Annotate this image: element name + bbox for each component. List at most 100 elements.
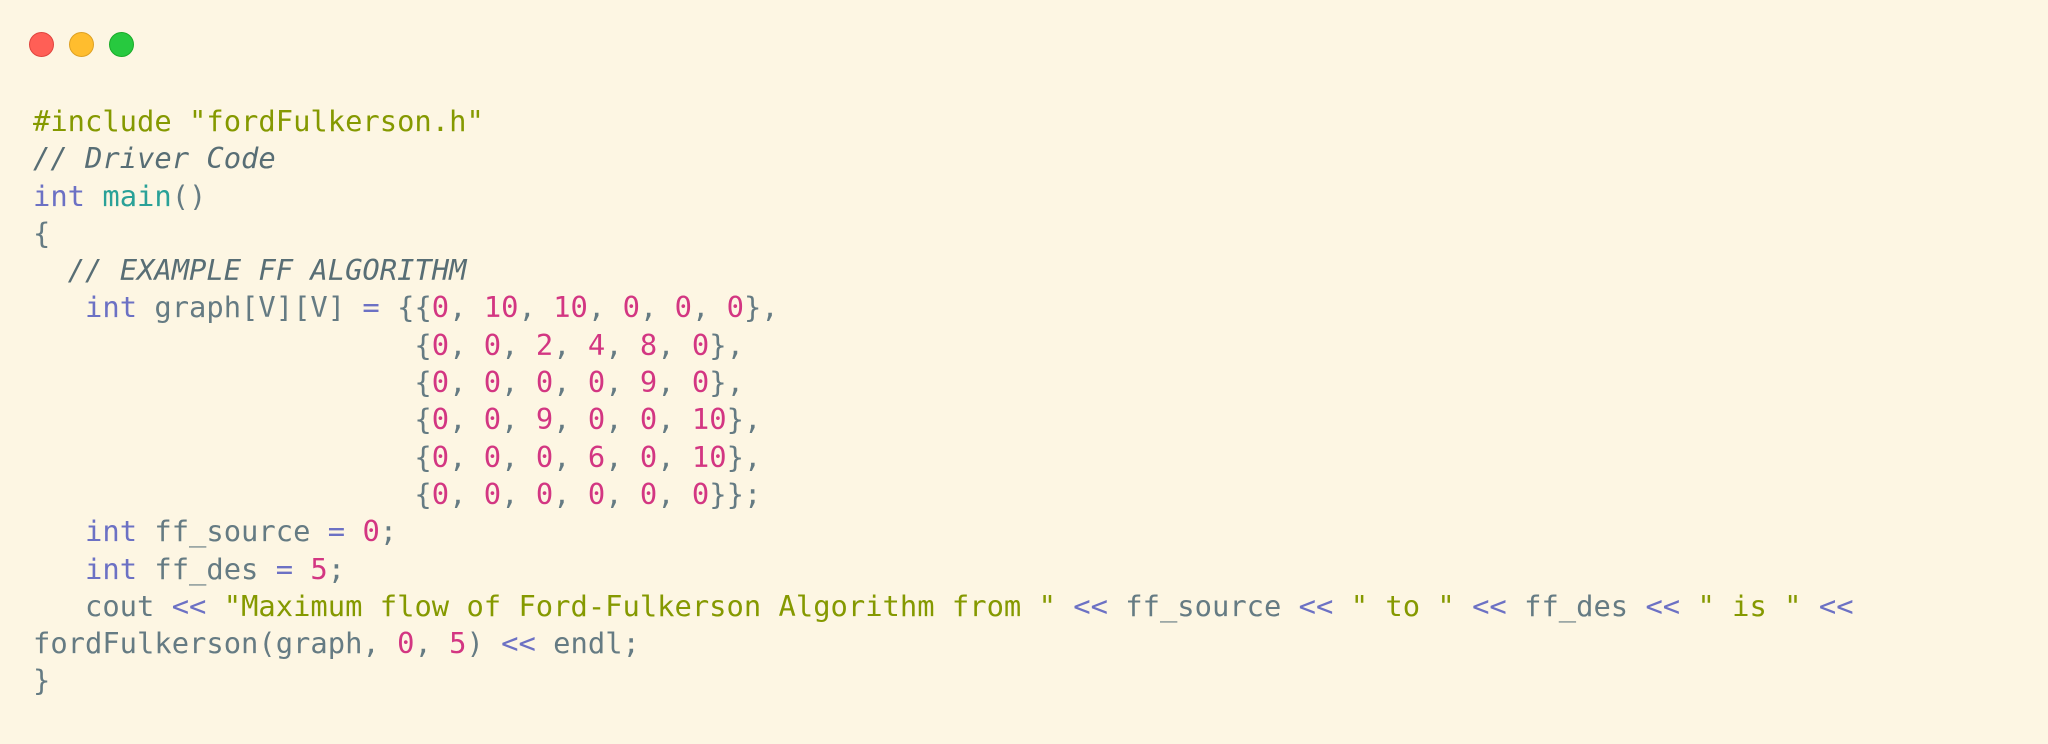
code-token-txt: ff_source [1107,588,1299,623]
code-token-txt: , [553,402,588,437]
code-token-txt: , [605,365,640,400]
code-line: } [33,662,1854,699]
code-token-txt: }, [726,402,762,437]
code-token-op: << [1298,588,1334,623]
code-token-txt: , [449,365,484,400]
code-token-num: 0 [431,327,450,362]
code-token-num: 0 [431,290,450,325]
code-token-num: 0 [397,626,415,661]
code-token-num: 10 [483,290,519,325]
code-token-num: 0 [639,476,658,511]
code-line: int ff_des = 5; [33,551,1854,588]
code-line: { [33,215,1854,252]
code-token-txt: ; [327,551,346,586]
code-line: {0, 0, 0, 0, 9, 0}, [33,364,1854,401]
code-token-txt: { [33,439,432,474]
code-token-kw: int [85,514,138,549]
code-token-num: 0 [483,402,502,437]
code-token-op: = [275,551,294,586]
code-token-num: 0 [483,327,502,362]
code-window: #include "fordFulkerson.h"// Driver Code… [0,0,2048,744]
code-line: fordFulkerson(graph, 0, 5) << endl; [33,625,1854,662]
code-token-num: 0 [362,514,380,549]
code-token-num: 2 [535,327,554,362]
code-token-txt: fordFulkerson(graph, [33,626,398,661]
code-token-num: 9 [639,365,658,400]
close-window-button[interactable] [29,32,54,57]
code-token-op: = [327,514,346,549]
code-token-txt: ff_des [137,551,276,586]
code-token-txt: , [553,365,588,400]
code-token-op: << [171,588,207,623]
code-token-txt: , [501,327,536,362]
code-token-txt: , [449,290,484,325]
code-token-num: 0 [587,365,606,400]
code-token-txt: , [501,439,536,474]
code-block[interactable]: #include "fordFulkerson.h"// Driver Code… [33,103,1854,700]
code-token-txt: { [33,402,432,437]
code-token-num: 0 [587,476,606,511]
code-token-num: 10 [691,439,727,474]
code-token-txt: , [553,327,588,362]
code-token-txt: , [414,626,450,661]
code-token-num: 0 [483,365,502,400]
code-line: {0, 0, 0, 0, 0, 0}}; [33,476,1854,513]
code-token-txt: , [605,327,640,362]
code-token-num: 0 [726,290,744,325]
code-line: int ff_source = 0; [33,513,1854,550]
code-token-txt: { [33,215,51,250]
code-token-num: 5 [310,551,328,586]
code-token-num: 0 [431,402,450,437]
code-token-num: 0 [622,290,640,325]
code-token-txt: , [605,439,640,474]
code-token-txt: , [449,476,484,511]
code-token-num: 8 [639,327,658,362]
maximize-window-button[interactable] [109,32,134,57]
minimize-window-button[interactable] [69,32,94,57]
code-token-txt: , [605,476,640,511]
code-token-num: 0 [431,476,450,511]
code-token-txt: , [657,439,692,474]
code-token-num: 0 [674,290,692,325]
code-token-num: 10 [553,290,588,325]
code-token-txt: , [553,476,588,511]
code-token-txt: () [171,178,207,213]
code-token-num: 6 [587,439,606,474]
code-line: int graph[V][V] = {{0, 10, 10, 0, 0, 0}, [33,289,1854,326]
code-token-kw: int [85,551,138,586]
code-token-num: 0 [535,365,554,400]
code-token-num: 0 [535,439,554,474]
code-token-op: = [362,290,380,325]
code-token-num: 0 [483,439,502,474]
code-line: // EXAMPLE FF ALGORITHM [33,252,1854,289]
code-line: cout << "Maximum flow of Ford-Fulkerson … [33,588,1854,625]
code-token-num: 0 [431,365,450,400]
code-token-txt: , [657,402,692,437]
code-token-num: 0 [691,476,710,511]
window-titlebar [0,0,2048,80]
code-token-num: 0 [691,327,710,362]
code-token-txt: , [501,476,536,511]
code-token-txt: { [33,365,432,400]
code-token-txt: , [639,290,675,325]
code-token-num: 5 [449,626,467,661]
code-token-num: 0 [639,402,658,437]
code-token-txt: , [501,365,536,400]
code-token-txt: }, [726,439,762,474]
code-line: {0, 0, 2, 4, 8, 0}, [33,327,1854,364]
code-token-txt: endl; [535,626,640,661]
code-token-kw: int [33,178,86,213]
code-token-fn: main [102,178,172,213]
code-token-op: << [1073,588,1108,623]
code-line: {0, 0, 0, 6, 0, 10}, [33,439,1854,476]
code-token-txt: } [33,663,51,698]
code-token-str: "fordFulkerson.h" [189,104,484,138]
